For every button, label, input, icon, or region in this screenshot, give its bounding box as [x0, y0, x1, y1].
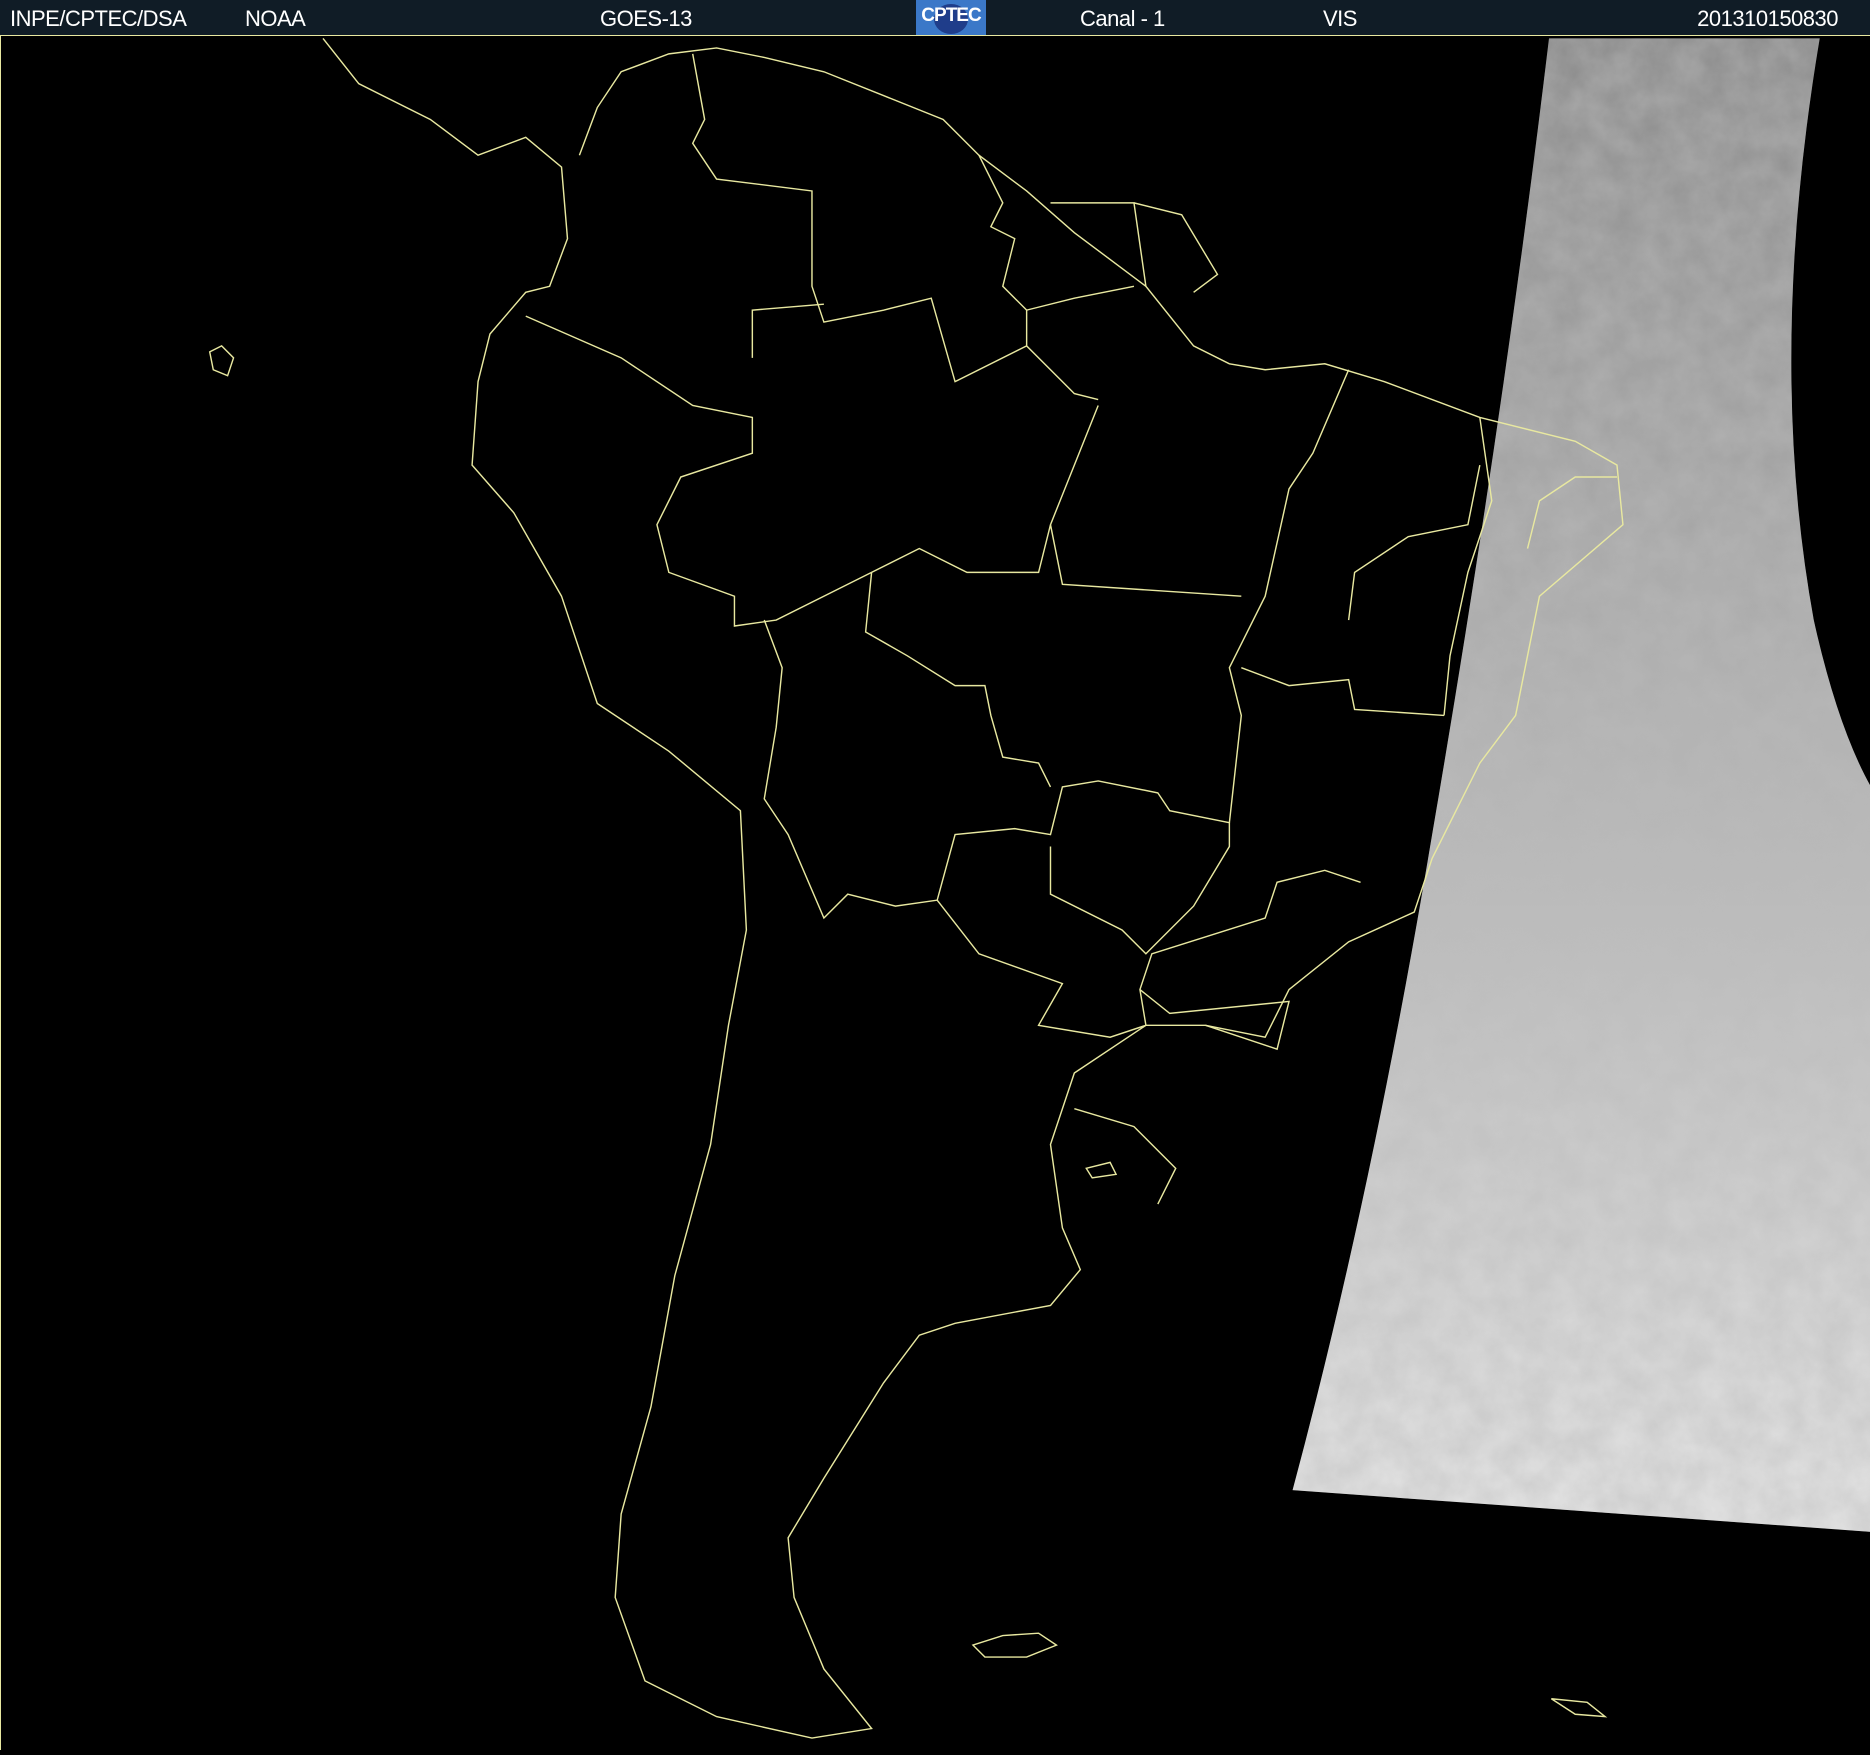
cptec-logo: CPTEC [916, 0, 986, 35]
channel-label: Canal - 1 [1080, 6, 1165, 31]
timestamp-label: 201310150830 [1697, 6, 1838, 31]
satellite-label: GOES-13 [600, 6, 692, 31]
logo-text: CPTEC [921, 5, 981, 26]
cloud-texture [1292, 38, 1870, 1532]
band-label: VIS [1323, 6, 1357, 31]
source-label: NOAA [245, 6, 306, 31]
satellite-image [0, 36, 1870, 1750]
agency-label: INPE/CPTEC/DSA [10, 6, 187, 31]
header-bar: INPE/CPTEC/DSA NOAA GOES-13 CPTEC Canal … [0, 0, 1870, 36]
islands-outline [208, 345, 1608, 1718]
map-svg [208, 37, 1870, 1739]
